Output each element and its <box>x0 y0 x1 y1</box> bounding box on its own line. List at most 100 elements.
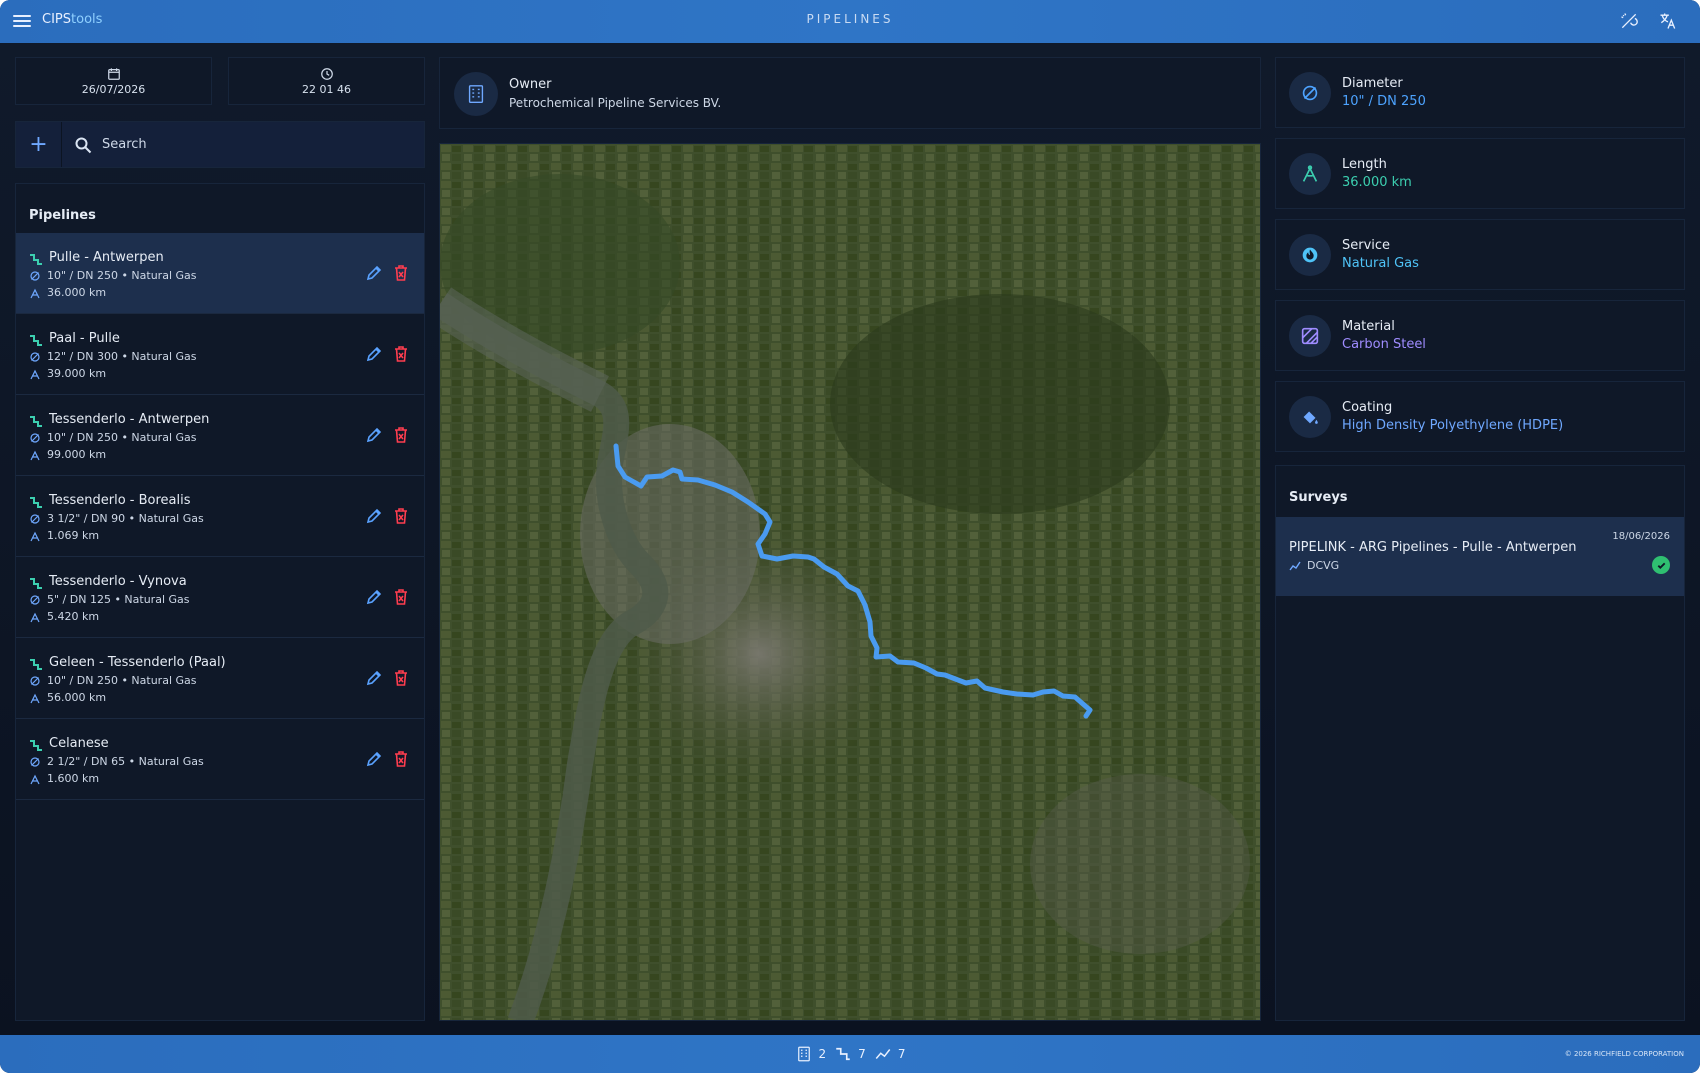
pipeline-icon <box>30 497 42 508</box>
page-title: PIPELINES <box>806 12 894 26</box>
diameter-card: Diameter 10" / DN 250 <box>1275 57 1685 128</box>
pipeline-icon <box>30 740 42 751</box>
theme-toggle-icon[interactable] <box>1616 8 1642 34</box>
pipeline-length: 56.000 km <box>47 691 107 704</box>
satellite-map[interactable] <box>440 144 1261 1021</box>
owner-card: Owner Petrochemical Pipeline Services BV… <box>439 57 1261 129</box>
pipelines-panel: Pipelines Pulle - Antwerpen 10" / DN 250… <box>15 183 425 1021</box>
delete-icon[interactable] <box>393 750 409 768</box>
pipeline-list: Pulle - Antwerpen 10" / DN 250 • Natural… <box>16 233 424 800</box>
pipeline-meta: 12" / DN 300 • Natural Gas <box>47 350 197 363</box>
time-display: 22 01 46 <box>228 57 425 105</box>
top-bar: CIPStools PIPELINES <box>0 0 1700 43</box>
pipelines-stat: 7 <box>834 1045 866 1063</box>
clock-icon <box>320 68 333 80</box>
length-icon <box>30 774 40 785</box>
building-icon <box>454 72 498 116</box>
bottom-bar: 2 7 7 © 2026 RICHFIELD CORPORATION <box>0 1035 1700 1073</box>
forest-area <box>830 294 1170 514</box>
material-value: Carbon Steel <box>1342 337 1426 352</box>
pipeline-length: 99.000 km <box>47 448 107 461</box>
edit-icon[interactable] <box>365 345 383 363</box>
length-label: Length <box>1342 157 1387 172</box>
pipeline-icon <box>30 254 42 265</box>
service-value: Natural Gas <box>1342 256 1419 271</box>
copyright: © 2026 RICHFIELD CORPORATION <box>1564 1050 1684 1058</box>
delete-icon[interactable] <box>393 264 409 282</box>
edit-icon[interactable] <box>365 264 383 282</box>
pipeline-list-item[interactable]: Pulle - Antwerpen 10" / DN 250 • Natural… <box>16 233 424 314</box>
length-icon <box>30 450 40 461</box>
length-value: 36.000 km <box>1342 175 1412 190</box>
delete-icon[interactable] <box>393 426 409 444</box>
pipeline-icon <box>30 659 42 670</box>
pipelines-count: 7 <box>858 1047 866 1061</box>
length-icon <box>1289 153 1331 195</box>
diameter-value: 10" / DN 250 <box>1342 94 1426 109</box>
pipeline-list-item[interactable]: Tessenderlo - Borealis 3 1/2" / DN 90 • … <box>16 476 424 557</box>
pipeline-name: Tessenderlo - Borealis <box>49 493 191 508</box>
diameter-icon <box>30 352 40 362</box>
pipeline-length: 1.600 km <box>47 772 100 785</box>
flame-icon <box>1289 234 1331 276</box>
pipeline-meta: 3 1/2" / DN 90 • Natural Gas <box>47 512 204 525</box>
delete-icon[interactable] <box>393 345 409 363</box>
surveys-panel: Surveys PIPELINK - ARG Pipelines - Pulle… <box>1275 465 1685 1021</box>
pipeline-list-item[interactable]: Paal - Pulle 12" / DN 300 • Natural Gas … <box>16 314 424 395</box>
coating-label: Coating <box>1342 400 1393 415</box>
pipeline-meta: 10" / DN 250 • Natural Gas <box>47 431 197 444</box>
owner-value: Petrochemical Pipeline Services BV. <box>509 96 722 110</box>
pipeline-icon <box>30 416 42 427</box>
diameter-icon <box>30 757 40 767</box>
pipeline-name: Pulle - Antwerpen <box>49 250 164 265</box>
pipeline-icon <box>30 578 42 589</box>
length-icon <box>30 369 40 380</box>
pipeline-name: Tessenderlo - Vynova <box>49 574 187 589</box>
edit-icon[interactable] <box>365 750 383 768</box>
pipeline-list-item[interactable]: Geleen - Tessenderlo (Paal) 10" / DN 250… <box>16 638 424 719</box>
delete-icon[interactable] <box>393 588 409 606</box>
edit-icon[interactable] <box>365 507 383 525</box>
check-circle-icon <box>1652 556 1670 574</box>
length-icon <box>30 612 40 623</box>
diameter-icon <box>30 271 40 281</box>
delete-icon[interactable] <box>393 507 409 525</box>
edit-icon[interactable] <box>365 588 383 606</box>
diameter-icon <box>30 676 40 686</box>
diameter-icon <box>30 514 40 524</box>
pipeline-list-item[interactable]: Tessenderlo - Antwerpen 10" / DN 250 • N… <box>16 395 424 476</box>
owners-count: 2 <box>818 1047 827 1061</box>
length-icon <box>30 693 40 704</box>
pipeline-length: 1.069 km <box>47 529 100 542</box>
length-icon <box>30 288 40 299</box>
pipeline-list-item[interactable]: Celanese 2 1/2" / DN 65 • Natural Gas 1.… <box>16 719 424 800</box>
coating-value: High Density Polyethylene (HDPE) <box>1342 418 1564 433</box>
date-display: 26/07/2026 <box>15 57 212 105</box>
edit-icon[interactable] <box>365 669 383 687</box>
translate-icon[interactable] <box>1655 8 1681 34</box>
pipeline-name: Geleen - Tessenderlo (Paal) <box>49 655 226 670</box>
coating-card: Coating High Density Polyethylene (HDPE) <box>1275 381 1685 452</box>
surveys-stat: 7 <box>874 1045 905 1063</box>
map-view[interactable] <box>439 143 1261 1021</box>
length-card: Length 36.000 km <box>1275 138 1685 209</box>
pipeline-name: Tessenderlo - Antwerpen <box>49 412 210 427</box>
diameter-icon <box>30 595 40 605</box>
diameter-icon <box>30 433 40 443</box>
building-icon <box>797 1046 810 1062</box>
survey-item[interactable]: PIPELINK - ARG Pipelines - Pulle - Antwe… <box>1276 517 1684 596</box>
material-label: Material <box>1342 319 1395 334</box>
material-card: Material Carbon Steel <box>1275 300 1685 371</box>
service-card: Service Natural Gas <box>1275 219 1685 290</box>
search-icon <box>75 137 92 154</box>
edit-icon[interactable] <box>365 426 383 444</box>
stats-bar: 2 7 7 <box>0 1045 1700 1063</box>
calendar-icon <box>107 68 120 80</box>
pipeline-name: Paal - Pulle <box>49 331 120 346</box>
pipeline-list-item[interactable]: Tessenderlo - Vynova 5" / DN 125 • Natur… <box>16 557 424 638</box>
delete-icon[interactable] <box>393 669 409 687</box>
pipeline-meta: 5" / DN 125 • Natural Gas <box>47 593 190 606</box>
add-pipeline-button[interactable]: + <box>16 122 62 167</box>
search-bar: + <box>15 121 425 168</box>
search-input[interactable] <box>102 130 402 158</box>
